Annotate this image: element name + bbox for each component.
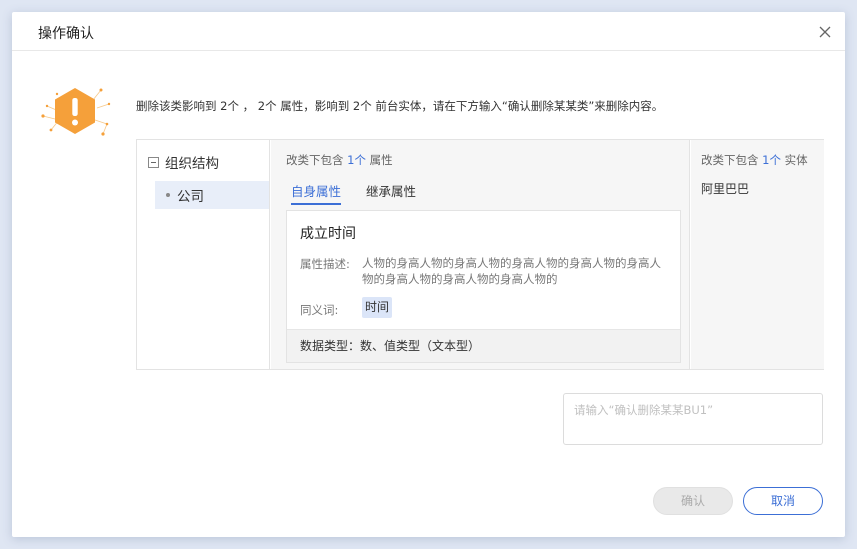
tab-own-attributes[interactable]: 自身属性 (291, 181, 342, 205)
entities-header: 改类下包含 1个 实体 (701, 152, 808, 168)
entities-column: 改类下包含 1个 实体 阿里巴巴 (691, 140, 824, 369)
synonym-label: 同义词: (300, 303, 339, 317)
tree-item-selected[interactable]: 公司 (155, 181, 269, 209)
dialog-title: 操作确认 (38, 26, 94, 42)
description-text: 人物的身高人物的身高人物的身高人物的身高人物的身高人物的身高人物的身高人物的身高… (362, 256, 661, 286)
confirm-text-input[interactable] (563, 393, 823, 445)
collapse-icon[interactable] (148, 156, 159, 168)
tab-inherited-attributes[interactable]: 继承属性 (366, 181, 416, 205)
cancel-button[interactable]: 取消 (743, 487, 823, 515)
entities-count: 1个 (762, 153, 781, 167)
attributes-header-prefix: 改类下包含 (286, 153, 344, 167)
close-icon[interactable] (817, 24, 833, 40)
impact-panel: 组织结构 公司 改类下包含 1个 属性 自身属性 继承属性 成立时间 属性描述:… (136, 139, 824, 370)
tree-root[interactable]: 组织结构 (148, 152, 219, 172)
entities-header-suffix: 实体 (784, 153, 808, 167)
attribute-tabs: 自身属性 继承属性 (291, 181, 441, 205)
bullet-icon (166, 193, 170, 197)
dialog-header: 操作确认 (12, 12, 845, 51)
attributes-count: 1个 (347, 153, 366, 167)
description-label: 属性描述: (300, 257, 350, 271)
data-type-footer: 数据类型：数、值类型（文本型） (287, 329, 680, 362)
attribute-card: 成立时间 属性描述: 人物的身高人物的身高人物的身高人物的身高人物的身高人物的身… (286, 210, 681, 363)
entity-item: 阿里巴巴 (701, 182, 750, 196)
attributes-header: 改类下包含 1个 属性 (286, 152, 393, 168)
category-tree: 组织结构 公司 (137, 140, 270, 369)
warning-message: 删除该类影响到 2个 ， 2个 属性，影响到 2个 前台实体，请在下方输入“确认… (136, 99, 664, 113)
attributes-column: 改类下包含 1个 属性 自身属性 继承属性 成立时间 属性描述: 人物的身高人物… (271, 140, 690, 369)
confirm-dialog: 操作确认 删除该类影响到 2个 ， 2个 属性，影响到 2个 前台实体，请在下方… (12, 12, 845, 537)
attributes-header-suffix: 属性 (369, 153, 393, 167)
warning-icon (37, 80, 113, 142)
synonym-tag: 时间 (362, 297, 393, 318)
entities-header-prefix: 改类下包含 (701, 153, 759, 167)
attribute-name: 成立时间 (300, 226, 356, 242)
confirm-button[interactable]: 确认 (653, 487, 733, 515)
tree-root-label: 组织结构 (165, 156, 219, 172)
tree-item-label: 公司 (177, 189, 204, 205)
